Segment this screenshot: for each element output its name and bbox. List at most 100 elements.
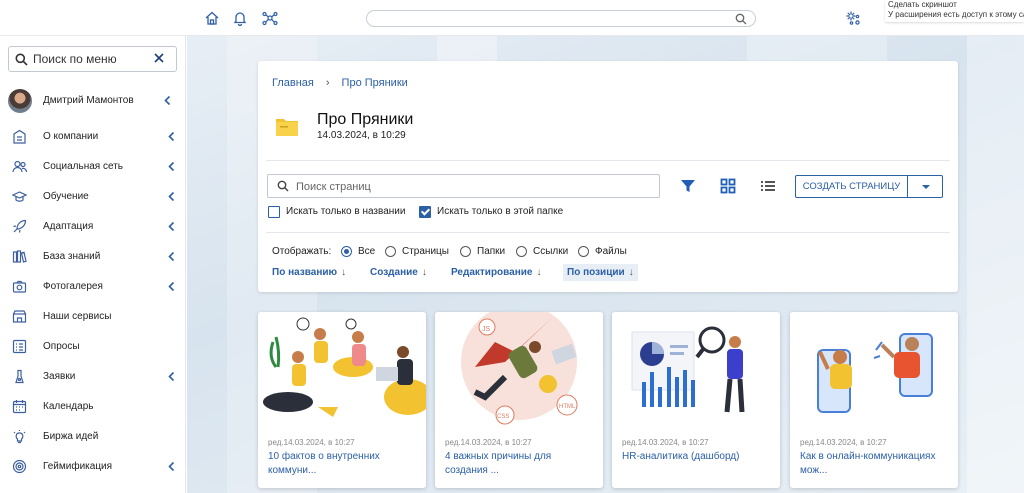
create-page-dropdown[interactable] bbox=[907, 175, 943, 198]
page-search-input[interactable] bbox=[296, 179, 626, 194]
target-icon bbox=[12, 459, 27, 474]
check-title-only[interactable]: Искать только в названии bbox=[268, 206, 428, 220]
menu-search-input[interactable] bbox=[33, 51, 153, 67]
sidebar-item-calendar[interactable]: Календарь bbox=[12, 391, 178, 421]
sort-by-position[interactable]: По позиции ↓ bbox=[563, 264, 638, 281]
sidebar-user[interactable]: Дмитрий Мамонтов bbox=[8, 88, 178, 114]
page-date: 14.03.2024, в 10:29 bbox=[317, 130, 406, 141]
radio-dot bbox=[341, 246, 352, 257]
chevron-left-icon bbox=[167, 461, 176, 472]
sidebar-item-label: Календарь bbox=[43, 401, 94, 412]
user-name: Дмитрий Мамонтов bbox=[43, 95, 134, 106]
sidebar-item-social[interactable]: Социальная сеть bbox=[12, 151, 178, 181]
page-card[interactable]: ред.14.03.2024, в 10:27 Как в онлайн-ком… bbox=[790, 312, 958, 488]
sidebar-item-surveys[interactable]: Опросы bbox=[12, 331, 178, 361]
sidebar-item-label: Геймификация bbox=[43, 461, 113, 472]
sidebar-item-knowledge[interactable]: База знаний bbox=[12, 241, 178, 271]
radio-label: Все bbox=[358, 246, 376, 257]
checkbox[interactable] bbox=[268, 206, 280, 218]
sort-label: Создание bbox=[370, 267, 418, 278]
page-card[interactable]: ред.14.03.2024, в 10:27 HR-аналитика (да… bbox=[612, 312, 780, 488]
sidebar-item-ideas[interactable]: Биржа идей bbox=[12, 421, 178, 451]
sidebar-item-label: Наши сервисы bbox=[43, 311, 112, 322]
sidebar-item-label: О компании bbox=[43, 131, 99, 142]
sidebar-item-gallery[interactable]: Фотогалерея bbox=[12, 271, 178, 301]
card-title[interactable]: 10 фактов о внутренних коммуни... bbox=[268, 450, 418, 478]
services-icon bbox=[12, 309, 27, 324]
breadcrumb-separator: › bbox=[325, 77, 330, 89]
menu-search[interactable] bbox=[8, 46, 177, 72]
list-view-icon[interactable] bbox=[760, 178, 776, 194]
card-edited-date: ред.14.03.2024, в 10:27 bbox=[268, 438, 355, 447]
top-bar bbox=[0, 0, 1024, 36]
chevron-left-icon bbox=[163, 95, 172, 106]
radio-dot bbox=[516, 246, 527, 257]
page-title: Про Пряники bbox=[317, 111, 414, 128]
card-edited-date: ред.14.03.2024, в 10:27 bbox=[800, 438, 887, 447]
sidebar-item-about[interactable]: О компании bbox=[12, 121, 178, 151]
card-edited-date: ред.14.03.2024, в 10:27 bbox=[622, 438, 709, 447]
divider bbox=[266, 160, 950, 161]
sort-by-name[interactable]: По названию ↓ bbox=[272, 264, 346, 281]
search-icon bbox=[277, 180, 289, 192]
calendar-icon bbox=[12, 399, 27, 414]
radio-label: Страницы bbox=[402, 246, 449, 257]
create-page-button[interactable]: СОЗДАТЬ СТРАНИЦУ bbox=[795, 175, 908, 198]
sidebar-item-learning[interactable]: Обучение bbox=[11, 181, 178, 211]
filter-icon[interactable] bbox=[680, 178, 696, 194]
check-folder-only[interactable]: Искать только в этой папке bbox=[419, 206, 599, 220]
sort-label: По названию bbox=[272, 267, 338, 278]
sidebar-item-label: Адаптация bbox=[43, 221, 94, 232]
sidebar-item-requests[interactable]: Заявки bbox=[12, 361, 178, 391]
radio-dot bbox=[385, 246, 396, 257]
breadcrumb-home[interactable]: Главная bbox=[272, 77, 314, 89]
svg-text:HTML: HTML bbox=[559, 404, 576, 410]
chevron-left-icon bbox=[167, 371, 176, 382]
divider bbox=[266, 232, 950, 233]
sort-arrow-icon: ↓ bbox=[421, 267, 427, 278]
sidebar-item-label: База знаний bbox=[43, 251, 101, 262]
sidebar-item-gamification[interactable]: Геймификация bbox=[12, 451, 178, 481]
search-icon bbox=[15, 53, 28, 66]
svg-text:CSS: CSS bbox=[497, 414, 509, 420]
display-label: Отображать: bbox=[272, 246, 332, 257]
checkbox-checked[interactable] bbox=[419, 206, 431, 218]
card-illustration bbox=[790, 312, 958, 430]
card-title[interactable]: HR-аналитика (дашборд) bbox=[622, 450, 772, 464]
sidebar-item-label: Биржа идей bbox=[43, 431, 99, 442]
page-search[interactable] bbox=[267, 174, 660, 198]
page-card[interactable]: JS CSS HTML ред.14.03.2024, в 10:27 4 ва… bbox=[435, 312, 603, 488]
books-icon bbox=[12, 249, 27, 264]
radio-dot bbox=[460, 246, 471, 257]
breadcrumb-current[interactable]: Про Пряники bbox=[342, 77, 408, 89]
sidebar-item-adaptation[interactable]: Адаптация bbox=[12, 211, 178, 241]
card-title[interactable]: Как в онлайн-коммуникациях мож... bbox=[800, 450, 950, 478]
sort-arrow-icon: ↓ bbox=[536, 267, 542, 278]
sidebar-item-label: Обучение bbox=[43, 191, 89, 202]
bell-icon[interactable] bbox=[232, 10, 248, 26]
extension-tooltip: Сделать скриншот У расширения есть досту… bbox=[885, 0, 1024, 22]
card-title[interactable]: 4 важных причины для создания ... bbox=[445, 450, 595, 478]
network-icon[interactable] bbox=[262, 10, 278, 26]
card-illustration: JS CSS HTML bbox=[435, 312, 603, 430]
home-icon[interactable] bbox=[204, 10, 220, 26]
settings-network-icon[interactable] bbox=[845, 10, 861, 26]
sidebar-item-services[interactable]: Наши сервисы bbox=[12, 301, 178, 331]
sort-options: По названию ↓ Создание ↓ Редактирование ↓ П… bbox=[272, 264, 872, 281]
card-illustration bbox=[612, 312, 780, 430]
grid-view-icon[interactable] bbox=[720, 178, 736, 194]
sidebar-item-label: Опросы bbox=[43, 341, 80, 352]
chevron-left-icon bbox=[167, 221, 176, 232]
folder-icon bbox=[276, 117, 298, 136]
radio-label: Папки bbox=[477, 246, 506, 257]
checklist-icon bbox=[12, 339, 27, 354]
sort-by-edited[interactable]: Редактирование ↓ bbox=[451, 264, 541, 281]
global-search-input[interactable] bbox=[366, 10, 756, 27]
close-icon[interactable] bbox=[152, 51, 166, 65]
chevron-left-icon bbox=[167, 161, 176, 172]
radio-label: Ссылки bbox=[533, 246, 569, 257]
sort-by-created[interactable]: Создание ↓ bbox=[370, 264, 427, 281]
page-card[interactable]: ред.14.03.2024, в 10:27 10 фактов о внут… bbox=[258, 312, 426, 488]
checkbox-label: Искать только в этой папке bbox=[437, 206, 564, 217]
sidebar-item-label: Социальная сеть bbox=[43, 161, 123, 172]
